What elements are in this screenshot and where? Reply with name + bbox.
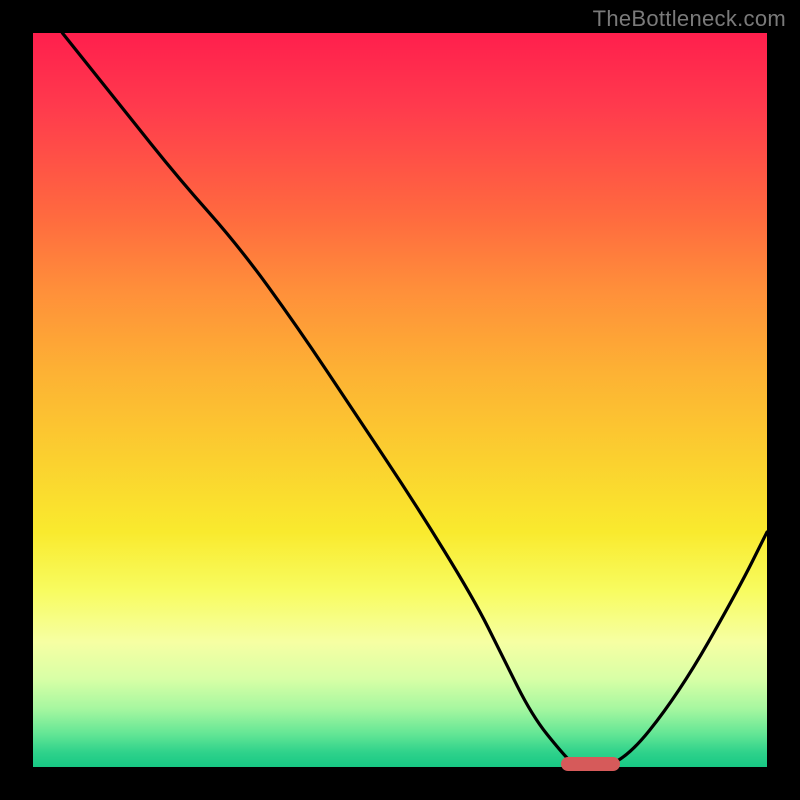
gradient-background bbox=[33, 33, 767, 767]
plot-area bbox=[33, 33, 767, 767]
chart-frame: TheBottleneck.com bbox=[0, 0, 800, 800]
optimal-marker bbox=[561, 757, 620, 771]
watermark-text: TheBottleneck.com bbox=[593, 6, 786, 32]
